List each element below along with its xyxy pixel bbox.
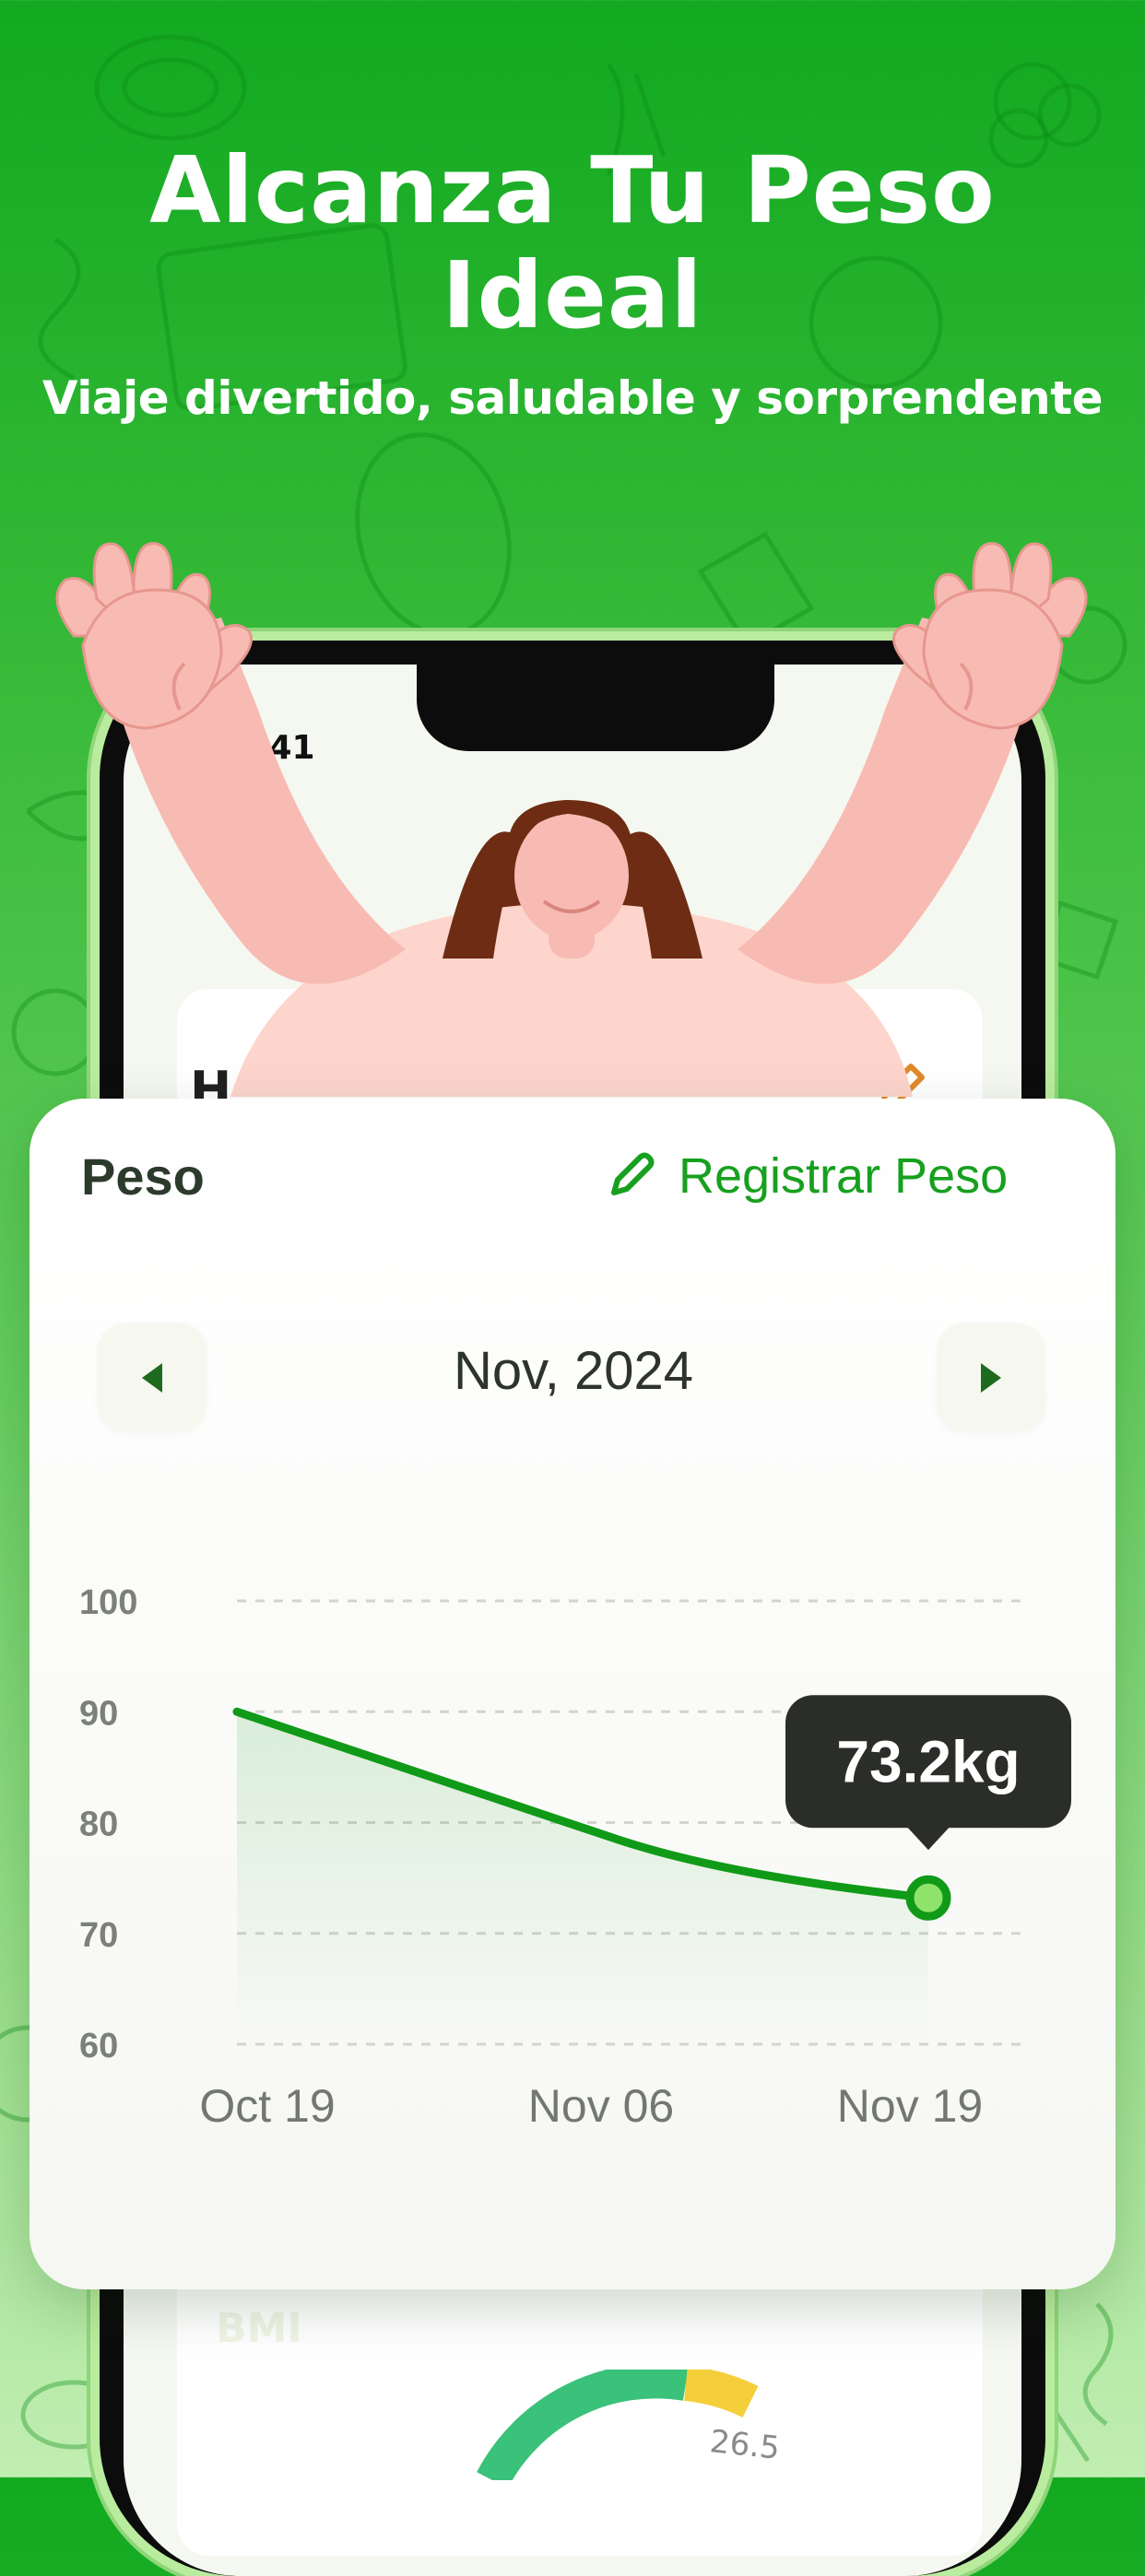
latest-data-point bbox=[910, 1879, 947, 1916]
register-weight-label: Registrar Peso bbox=[679, 1147, 1008, 1205]
x-tick-label: Nov 19 bbox=[837, 2080, 983, 2132]
caret-right-icon bbox=[977, 1361, 1005, 1394]
weight-card: Peso Registrar Peso Nov, 2024 100 90 80 70 6… bbox=[30, 1099, 1115, 2289]
y-tick-label: 100 bbox=[79, 1583, 137, 1622]
x-tick-label: Oct 19 bbox=[199, 2080, 335, 2132]
register-weight-button[interactable]: Registrar Peso bbox=[605, 1139, 1008, 1213]
bmi-gauge bbox=[474, 2370, 843, 2480]
headline-subtitle: Viaje divertido, saludable y sorprendent… bbox=[0, 371, 1145, 426]
headline-title-text: Alcanza Tu Peso Ideal bbox=[112, 138, 1033, 348]
bmi-label: BMI bbox=[216, 2305, 302, 2352]
weight-card-title: Peso bbox=[81, 1147, 205, 1206]
y-tick-label: 80 bbox=[79, 1806, 118, 1844]
y-tick-label: 70 bbox=[79, 1916, 118, 1955]
weight-line-chart: 100 90 80 70 60 Oct 19 Nov 06 Nov 19 73.2kg bbox=[30, 1541, 1115, 2186]
bmi-gauge-value: 26.5 bbox=[708, 2423, 781, 2467]
x-tick-label: Nov 06 bbox=[528, 2080, 674, 2132]
tooltip-pointer bbox=[906, 1826, 950, 1850]
y-tick-label: 90 bbox=[79, 1694, 118, 1733]
tooltip-value: 73.2kg bbox=[836, 1728, 1020, 1794]
previous-month-button[interactable] bbox=[98, 1323, 207, 1432]
woman-cheering-illustration bbox=[0, 516, 1145, 1124]
y-tick-label: 60 bbox=[79, 2027, 118, 2065]
caret-left-icon bbox=[138, 1361, 166, 1394]
month-label: Nov, 2024 bbox=[306, 1340, 841, 1402]
headline-title: Alcanza Tu Peso Ideal bbox=[0, 138, 1145, 348]
next-month-button[interactable] bbox=[937, 1323, 1045, 1432]
pencil-icon bbox=[605, 1150, 656, 1202]
